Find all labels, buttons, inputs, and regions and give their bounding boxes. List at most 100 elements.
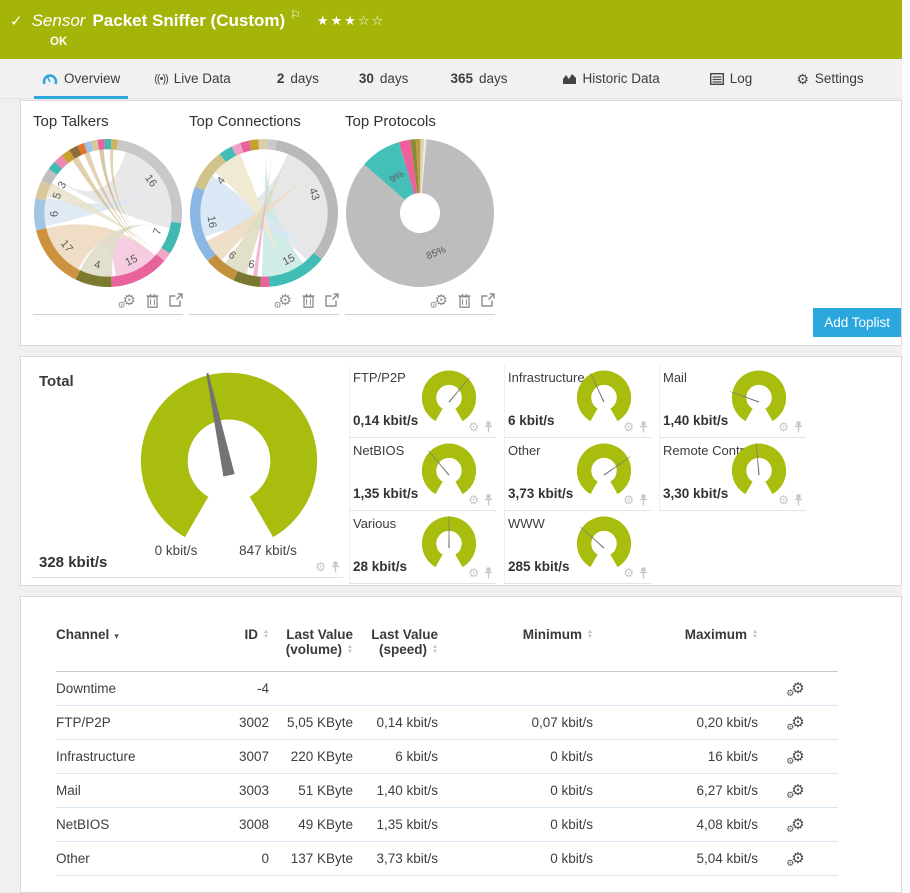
- toplist-actions: ⚙⚙: [189, 291, 339, 315]
- prtg-sensor-page: ✓ Sensor Packet Sniffer (Custom) ⚐ ★★★☆☆…: [0, 0, 910, 893]
- pin-icon[interactable]: [484, 421, 493, 433]
- pin-icon[interactable]: [639, 567, 648, 579]
- column-header-id[interactable]: ID▲▼: [211, 619, 269, 672]
- gauge-icon: [42, 72, 58, 85]
- cell-id: 3008: [211, 808, 269, 842]
- channel-settings-gear-icon[interactable]: ⚙⚙: [791, 681, 804, 696]
- tab-label: days: [479, 71, 508, 86]
- top-connections-chart[interactable]: 431566164: [189, 138, 339, 288]
- channel-settings-gear-icon[interactable]: ⚙⚙: [791, 749, 804, 764]
- gauge-cell-actions: ⚙: [468, 420, 493, 434]
- pin-icon[interactable]: [484, 567, 493, 579]
- gear-small-icon[interactable]: ⚙: [468, 493, 479, 507]
- gauge-cell-actions: ⚙: [468, 566, 493, 580]
- gear-small-icon[interactable]: ⚙: [623, 420, 634, 434]
- table-row: Other0137 KByte3,73 kbit/s0 kbit/s5,04 k…: [56, 842, 838, 876]
- gauge-cell-actions: ⚙: [778, 420, 803, 434]
- tab-label: Live Data: [174, 71, 231, 86]
- gauge-max-label: 847 kbit/s: [223, 543, 313, 558]
- gear-small-icon[interactable]: ⚙: [468, 420, 479, 434]
- gears-icon[interactable]: ⚙⚙: [123, 293, 136, 308]
- toplist-actions: ⚙⚙: [345, 291, 495, 315]
- gear-small-icon[interactable]: ⚙: [468, 566, 479, 580]
- cell-channel: NetBIOS: [56, 808, 211, 842]
- total-gauge-actions: ⚙: [315, 560, 340, 574]
- tab-30-days[interactable]: 30days: [359, 59, 409, 98]
- gear-small-icon[interactable]: ⚙: [623, 566, 634, 580]
- pin-icon[interactable]: [331, 561, 340, 573]
- tab-2-days[interactable]: 2days: [277, 59, 319, 98]
- gauge-cell-various: Various28 kbit/s⚙: [349, 511, 496, 584]
- channel-gauges-grid: FTP/P2P0,14 kbit/s⚙Infrastructure6 kbit/…: [349, 365, 806, 584]
- gauge-channel-name: Infrastructure: [508, 370, 585, 385]
- priority-stars[interactable]: ★★★☆☆: [317, 13, 385, 29]
- tab-overview[interactable]: Overview: [42, 59, 120, 98]
- gears-icon[interactable]: ⚙⚙: [435, 293, 448, 308]
- cell-max: [593, 672, 758, 706]
- gauge-channel-value: 3,30 kbit/s: [663, 486, 728, 501]
- cell-min: [438, 672, 593, 706]
- gauge-cell-netbios: NetBIOS1,35 kbit/s⚙: [349, 438, 496, 511]
- gauge-cell-ftp-p2p: FTP/P2P0,14 kbit/s⚙: [349, 365, 496, 438]
- pin-icon[interactable]: [639, 494, 648, 506]
- tab-live-data[interactable]: ((•))Live Data: [154, 59, 231, 98]
- cell-speed: 3,73 kbit/s: [353, 842, 438, 876]
- top-talkers-chart[interactable]: 16715417653: [33, 138, 183, 288]
- tab-historic-data[interactable]: Historic Data: [562, 59, 660, 98]
- trash-icon[interactable]: [458, 293, 471, 308]
- gauge-cell-actions: ⚙: [468, 493, 493, 507]
- cell-actions: ⚙⚙: [758, 740, 838, 774]
- trash-icon[interactable]: [302, 293, 315, 308]
- gear-small-icon[interactable]: ⚙: [778, 493, 789, 507]
- gear-small-icon[interactable]: ⚙: [778, 420, 789, 434]
- column-header-channel[interactable]: Channel▾: [56, 619, 211, 672]
- gears-icon[interactable]: ⚙⚙: [279, 293, 292, 308]
- external-link-icon[interactable]: [325, 293, 339, 307]
- channel-settings-gear-icon[interactable]: ⚙⚙: [791, 715, 804, 730]
- column-header-minimum[interactable]: Minimum▲▼: [438, 619, 593, 672]
- external-link-icon[interactable]: [169, 293, 183, 307]
- gauge-channel-name: NetBIOS: [353, 443, 404, 458]
- cell-actions: ⚙⚙: [758, 774, 838, 808]
- cell-actions: ⚙⚙: [758, 808, 838, 842]
- tab-365-days[interactable]: 365days: [450, 59, 507, 98]
- gauge-channel-name: Mail: [663, 370, 687, 385]
- pin-icon[interactable]: [484, 494, 493, 506]
- trash-icon[interactable]: [146, 293, 159, 308]
- channel-settings-gear-icon[interactable]: ⚙⚙: [791, 817, 804, 832]
- cell-max: 5,04 kbit/s: [593, 842, 758, 876]
- channel-gauge: [420, 370, 478, 427]
- pin-icon[interactable]: [639, 421, 648, 433]
- table-row: Mail300351 KByte1,40 kbit/s0 kbit/s6,27 …: [56, 774, 838, 808]
- gauge-cell-other: Other3,73 kbit/s⚙: [504, 438, 651, 511]
- sort-both-icon: ▲▼: [587, 630, 593, 640]
- gauges-panel: Total 0 kbit/s 847 kbit/s 328 kbit/s ⚙ F…: [20, 356, 902, 586]
- cell-max: 4,08 kbit/s: [593, 808, 758, 842]
- cell-channel: Infrastructure: [56, 740, 211, 774]
- top-protocols-chart[interactable]: 85%9%: [345, 138, 495, 288]
- cell-volume: 49 KByte: [269, 808, 353, 842]
- gauge-cell-remote-control: Remote Control3,30 kbit/s⚙: [659, 438, 806, 511]
- column-header-maximum[interactable]: Maximum▲▼: [593, 619, 758, 672]
- pin-icon[interactable]: [794, 421, 803, 433]
- cell-id: 3002: [211, 706, 269, 740]
- gear-small-icon[interactable]: ⚙: [623, 493, 634, 507]
- external-link-icon[interactable]: [481, 293, 495, 307]
- toplists-panel: Add Toplist Top Talkers16715417653⚙⚙Top …: [20, 100, 902, 346]
- sort-both-icon: ▲▼: [263, 630, 269, 640]
- pin-icon[interactable]: [794, 494, 803, 506]
- cell-channel: Downtime: [56, 672, 211, 706]
- channel-settings-gear-icon[interactable]: ⚙⚙: [791, 851, 804, 866]
- column-header-last-value-speed-[interactable]: Last Value (speed)▲▼: [353, 619, 438, 672]
- channel-settings-gear-icon[interactable]: ⚙⚙: [791, 783, 804, 798]
- channel-table-panel: Channel▾ID▲▼Last Value (volume)▲▼Last Va…: [20, 596, 902, 893]
- add-toplist-button[interactable]: Add Toplist: [813, 308, 901, 337]
- tab-settings[interactable]: ⚙Settings: [796, 59, 863, 98]
- toplist-block-top-protocols: Top Protocols85%9%⚙⚙: [345, 113, 495, 315]
- tab-log[interactable]: Log: [710, 59, 753, 98]
- gear-small-icon[interactable]: ⚙: [315, 560, 326, 574]
- gauge-min-label: 0 kbit/s: [141, 543, 211, 558]
- column-header-last-value-volume-[interactable]: Last Value (volume)▲▼: [269, 619, 353, 672]
- cell-id: 3003: [211, 774, 269, 808]
- flag-icon[interactable]: ⚐: [290, 8, 301, 22]
